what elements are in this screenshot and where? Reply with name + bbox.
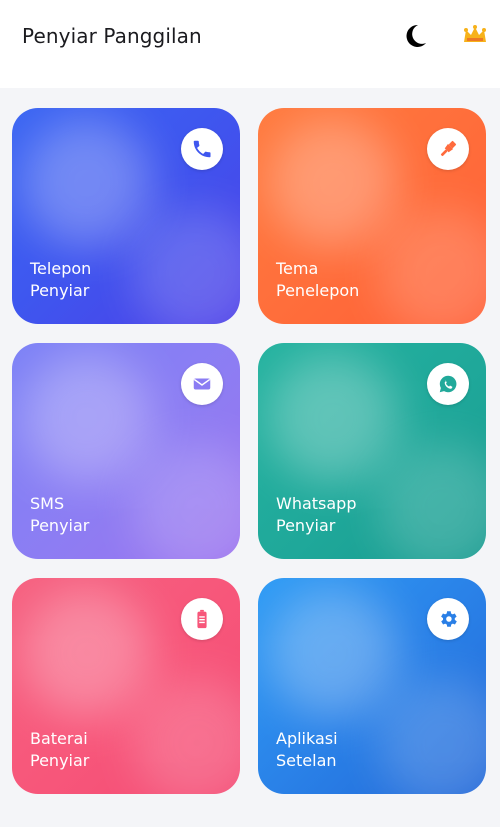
phone-icon-badge[interactable] <box>181 128 223 170</box>
whatsapp-icon-badge[interactable] <box>427 363 469 405</box>
tile-label: Telepon Penyiar <box>30 258 91 302</box>
tile-sms-penyiar[interactable]: SMS Penyiar <box>12 343 240 559</box>
flashlight-icon-badge[interactable] <box>427 128 469 170</box>
tile-label-line1: Telepon <box>30 259 92 278</box>
tile-glow <box>268 588 398 718</box>
tile-label-line2: Penyiar <box>276 516 336 535</box>
crown-icon[interactable] <box>460 20 490 50</box>
tile-label: Baterai Penyiar <box>30 728 89 772</box>
flashlight-icon <box>440 140 457 157</box>
tile-label: Aplikasi Setelan <box>276 728 338 772</box>
tile-whatsapp-penyiar[interactable]: Whatsapp Penyiar <box>258 343 486 559</box>
tile-label: SMS Penyiar <box>30 493 89 537</box>
tile-glow <box>132 443 240 559</box>
tile-glow <box>22 353 152 483</box>
tile-label: Whatsapp Penyiar <box>276 493 357 537</box>
tile-label-line2: Penyiar <box>30 751 90 770</box>
tile-baterai-penyiar[interactable]: Baterai Penyiar <box>12 578 240 794</box>
tile-label-line2: Penyiar <box>30 281 90 300</box>
tile-glow <box>22 588 152 718</box>
moon-icon[interactable] <box>400 20 430 50</box>
tile-telepon-penyiar[interactable]: Telepon Penyiar <box>12 108 240 324</box>
tile-label-line2: Penyiar <box>30 516 90 535</box>
tile-glow <box>268 353 398 483</box>
tile-tema-penelepon[interactable]: Tema Penelepon <box>258 108 486 324</box>
tile-label-line2: Setelan <box>276 751 337 770</box>
battery-icon <box>197 609 207 629</box>
tile-glow <box>378 678 486 794</box>
mail-icon-badge[interactable] <box>181 363 223 405</box>
gear-icon <box>441 611 457 627</box>
tile-glow <box>378 443 486 559</box>
tile-label-line1: Aplikasi <box>276 729 338 748</box>
gear-icon-badge[interactable] <box>427 598 469 640</box>
tile-label-line1: SMS <box>30 494 65 513</box>
tile-label: Tema Penelepon <box>276 258 359 302</box>
page-title: Penyiar Panggilan <box>22 24 202 48</box>
menu-grid: Telepon Penyiar Tema Penelepon SMS Penyi… <box>0 88 500 827</box>
battery-icon-badge[interactable] <box>181 598 223 640</box>
phone-icon <box>193 140 211 158</box>
app-header: Penyiar Panggilan <box>0 0 500 88</box>
tile-glow <box>268 118 398 248</box>
tile-label-line1: Whatsapp <box>276 494 357 513</box>
tile-glow <box>378 208 486 324</box>
whatsapp-icon <box>439 375 457 393</box>
tile-label-line2: Penelepon <box>276 281 360 300</box>
tile-aplikasi-setelan[interactable]: Aplikasi Setelan <box>258 578 486 794</box>
mail-icon <box>193 378 211 390</box>
tile-label-line1: Baterai <box>30 729 88 748</box>
tile-glow <box>22 118 152 248</box>
tile-glow <box>132 208 240 324</box>
tile-glow <box>132 678 240 794</box>
tile-label-line1: Tema <box>276 259 319 278</box>
